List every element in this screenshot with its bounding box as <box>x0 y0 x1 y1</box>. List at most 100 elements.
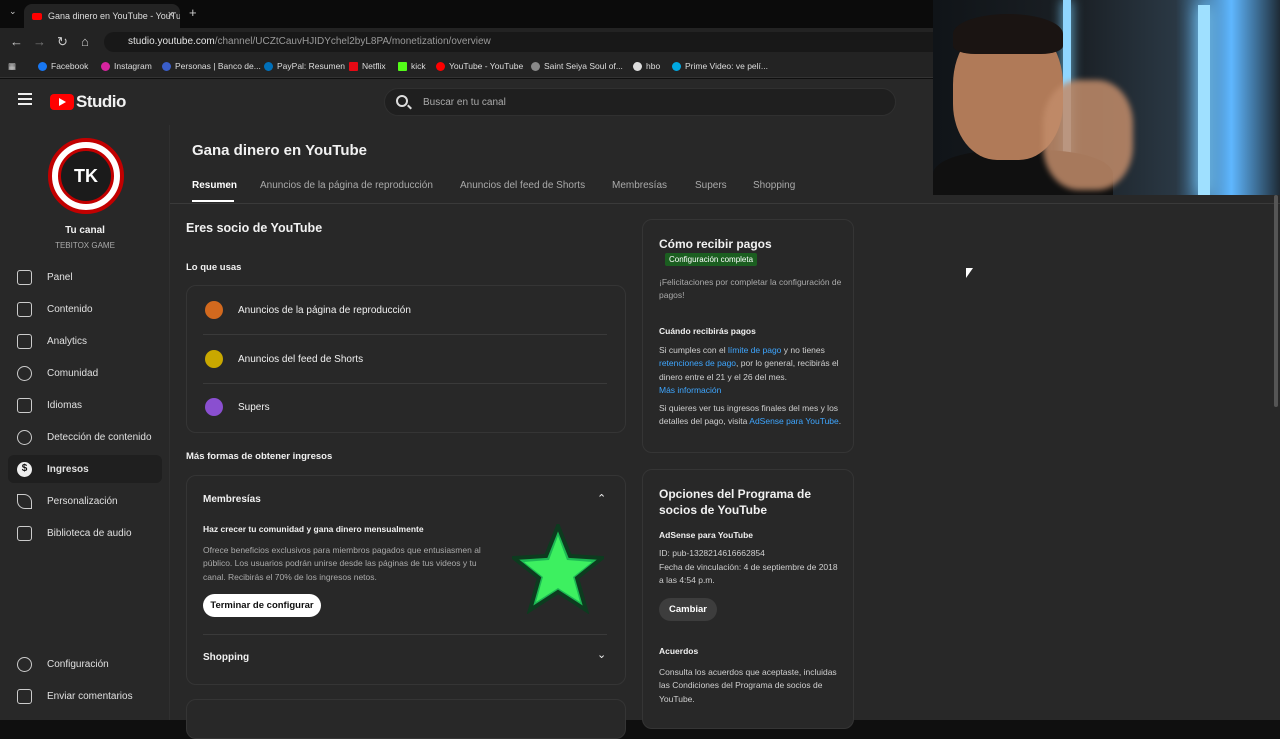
url-field[interactable]: studio.youtube.com/channel/UCZtCauvHJIDY… <box>104 32 944 52</box>
tab-title: Gana dinero en YouTube - YouTube <box>48 11 180 21</box>
bookmark-instagram[interactable]: Instagram <box>101 61 152 71</box>
using-label: Lo que usas <box>186 262 242 273</box>
subtitles-icon <box>17 397 32 413</box>
bookmark-prime-video[interactable]: Prime Video: ve pelí... <box>672 61 768 71</box>
browser-tab-active[interactable]: Gana dinero en YouTube - YouTube × <box>24 4 180 28</box>
tab-shopping[interactable]: Shopping <box>753 180 795 191</box>
watch-page-ads-icon <box>205 301 223 319</box>
memberships-card: Membresías ⌃ Haz crecer tu comunidad y g… <box>186 475 626 685</box>
close-tab-icon[interactable]: × <box>168 9 174 21</box>
dollar-icon: $ <box>17 461 32 477</box>
using-item-shorts-ads[interactable]: Anuncios del feed de Shorts <box>205 350 363 368</box>
page-title: Gana dinero en YouTube <box>192 142 368 159</box>
chevron-down-icon[interactable]: ⌄ <box>597 648 606 661</box>
bookmark-youtube[interactable]: YouTube - YouTube <box>436 61 523 71</box>
channel-avatar[interactable]: TK <box>48 138 124 214</box>
tab-anuncios-shorts[interactable]: Anuncios del feed de Shorts <box>460 180 585 191</box>
person-hand <box>1043 80 1133 190</box>
dashboard-icon <box>17 269 32 285</box>
copyright-icon <box>17 429 32 445</box>
payment-threshold-link[interactable]: límite de pago <box>728 345 781 355</box>
bookmark-saint-seiya[interactable]: Saint Seiya Soul of... <box>531 61 623 71</box>
agreements-title: Acuerdos <box>659 646 699 656</box>
sidebar-item-idiomas[interactable]: Idiomas <box>8 391 162 419</box>
reload-icon[interactable]: ↻ <box>57 34 68 50</box>
adsense-link[interactable]: AdSense para YouTube <box>749 416 838 426</box>
shorts-lightning-icon <box>205 350 223 368</box>
change-button[interactable]: Cambiar <box>659 598 717 621</box>
tab-divider <box>170 203 1280 204</box>
using-item-watch-ads[interactable]: Anuncios de la página de reproducción <box>205 301 411 319</box>
sidebar-item-ingresos[interactable]: $ Ingresos <box>8 455 162 483</box>
url-path: /channel/UCZtCauvHJIDYchel2byL8PA/moneti… <box>214 36 491 47</box>
sidebar-item-panel[interactable]: Panel <box>8 263 162 291</box>
sidebar-item-comunidad[interactable]: Comunidad <box>8 359 162 387</box>
bookmark-banco[interactable]: Personas | Banco de... <box>162 61 261 71</box>
program-card: Opciones del Programa de socios de YouTu… <box>642 469 854 729</box>
tab-membresias[interactable]: Membresías <box>612 180 667 191</box>
bookmark-netflix[interactable]: Netflix <box>349 61 386 71</box>
divider <box>203 383 607 384</box>
led-light <box>1198 5 1210 195</box>
sidebar-item-contenido[interactable]: Contenido <box>8 295 162 323</box>
sidebar-item-deteccion[interactable]: Detección de contenido <box>8 423 162 451</box>
sidebar-item-personalizacion[interactable]: Personalización <box>8 487 162 515</box>
scrollbar[interactable] <box>1274 195 1278 407</box>
memberships-description: Ofrece beneficios exclusivos para miembr… <box>203 545 481 582</box>
search-box[interactable]: Buscar en tu canal <box>384 88 896 116</box>
analytics-icon <box>17 333 32 349</box>
gear-icon <box>17 656 32 672</box>
sidebar-item-feedback[interactable]: Enviar comentarios <box>8 682 162 710</box>
publisher-id: ID: pub-1328214616662854 <box>659 548 765 558</box>
agreements-text: Consulta los acuerdos que aceptaste, inc… <box>659 667 837 704</box>
person-hair <box>953 14 1063 54</box>
memberships-subtitle: Haz crecer tu comunidad y gana dinero me… <box>203 524 424 534</box>
forward-arrow-icon[interactable]: → <box>33 34 46 49</box>
sidebar-item-analytics[interactable]: Analytics <box>8 327 162 355</box>
search-icon <box>396 95 408 107</box>
link-date: Fecha de vinculación: 4 de septiembre de… <box>659 562 838 586</box>
chevron-up-icon[interactable]: ⌃ <box>597 492 606 505</box>
memberships-title: Membresías <box>203 494 261 505</box>
bookmark-facebook[interactable]: Facebook <box>38 61 88 71</box>
payment-holds-link[interactable]: retenciones de pago <box>659 358 736 368</box>
final-text: Si quieres ver tus ingresos finales del … <box>659 403 842 427</box>
tab-resumen[interactable]: Resumen <box>192 180 237 191</box>
sidebar-item-configuracion[interactable]: Configuración <box>8 650 162 678</box>
program-title: Opciones del Programa de socios de YouTu… <box>659 487 812 517</box>
bookmark-paypal[interactable]: PayPal: Resumen <box>264 61 345 71</box>
more-info-link[interactable]: Más información <box>659 385 721 395</box>
bookmark-hbo[interactable]: hbo <box>633 61 660 71</box>
content-icon <box>17 301 32 317</box>
main-content: Gana dinero en YouTube Resumen Anuncios … <box>170 125 1280 739</box>
payments-congrats: ¡Felicitaciones por completar la configu… <box>659 277 842 301</box>
avatar-logo: TK <box>58 148 114 204</box>
when-title: Cuándo recibirás pagos <box>659 326 756 336</box>
magic-wand-icon <box>17 493 32 509</box>
youtube-favicon-icon <box>32 12 42 20</box>
tab-list-chevron-icon[interactable]: ⌄ <box>9 6 17 17</box>
apps-grid-icon[interactable]: ▦ <box>8 61 16 72</box>
using-card: Anuncios de la página de reproducción An… <box>186 285 626 433</box>
studio-logo[interactable]: Studio <box>50 92 126 112</box>
tab-supers[interactable]: Supers <box>695 180 727 191</box>
supers-gift-icon <box>205 398 223 416</box>
community-icon <box>17 365 32 381</box>
sidebar-item-biblioteca[interactable]: Biblioteca de audio <box>8 519 162 547</box>
audio-library-icon <box>17 525 32 541</box>
next-section-card <box>186 699 626 739</box>
bookmark-kick[interactable]: kick <box>398 61 426 71</box>
feedback-icon <box>17 688 32 704</box>
back-arrow-icon[interactable]: ← <box>10 34 23 49</box>
hamburger-menu-icon[interactable] <box>18 93 32 108</box>
home-icon[interactable]: ⌂ <box>81 34 89 49</box>
tab-anuncios-reproduccion[interactable]: Anuncios de la página de reproducción <box>260 180 433 191</box>
membership-star-illustration <box>512 524 604 614</box>
finish-setup-button[interactable]: Terminar de configurar <box>203 594 321 617</box>
new-tab-icon[interactable]: + <box>189 5 197 20</box>
mouse-cursor-icon <box>966 268 973 278</box>
shopping-title[interactable]: Shopping <box>203 652 249 663</box>
using-item-supers[interactable]: Supers <box>205 398 270 416</box>
divider <box>203 634 607 635</box>
channel-name: TEBITOX GAME <box>55 241 115 250</box>
